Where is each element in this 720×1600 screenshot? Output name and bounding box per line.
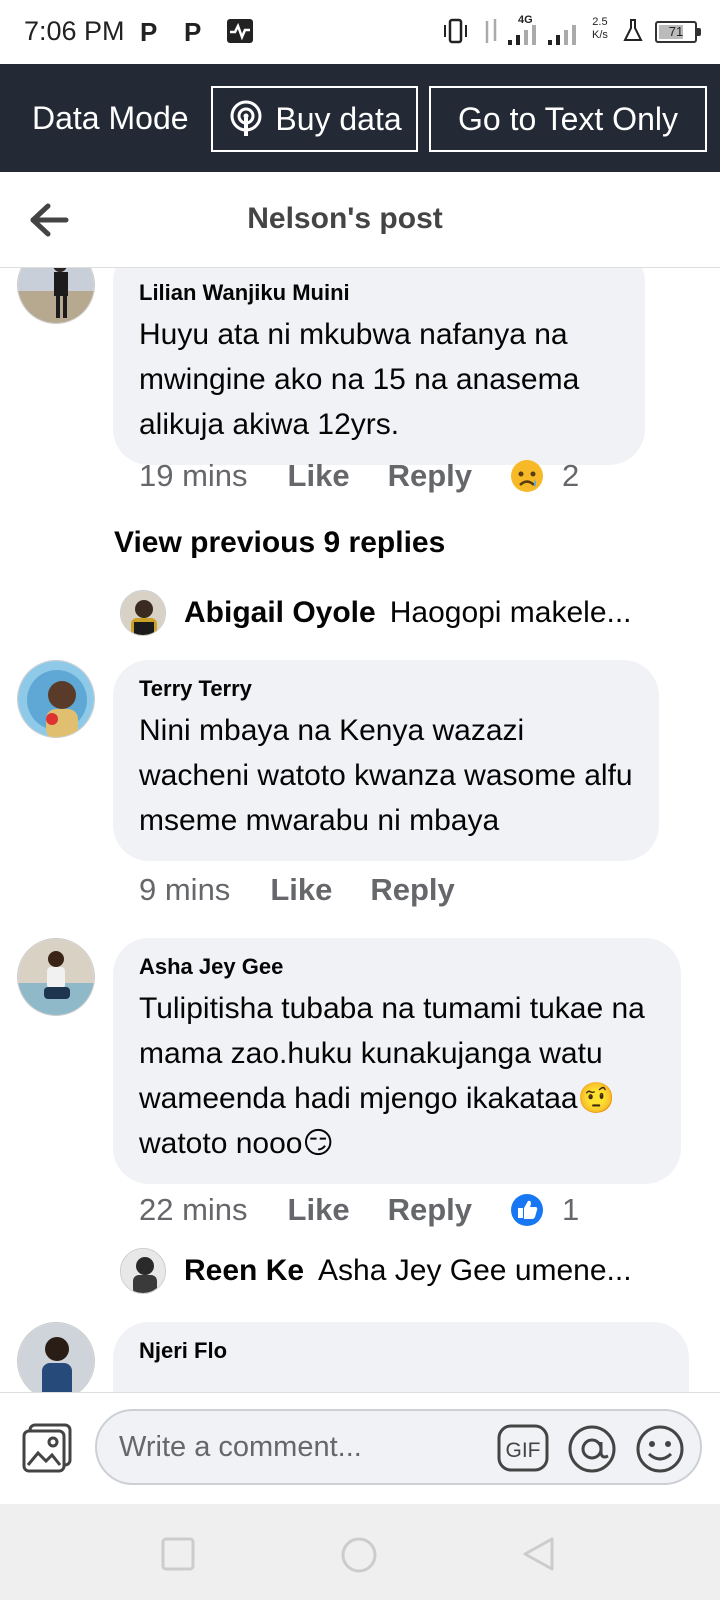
- data-mode-label: Data Mode: [32, 100, 189, 136]
- vibrate-icon: [444, 18, 467, 44]
- reply-preview[interactable]: Reen Ke Asha Jey Gee umene...: [120, 1248, 632, 1294]
- signal-strength-icon: [548, 25, 576, 45]
- comment-time[interactable]: 22 mins: [139, 1192, 248, 1228]
- thumbs-up-icon: [511, 1194, 543, 1226]
- reply-button[interactable]: Reply: [388, 1192, 472, 1228]
- status-bar: 7:06 PM P P 4G 2.5 K/s 71: [0, 0, 720, 64]
- comment-author[interactable]: Asha Jey Gee: [139, 954, 655, 980]
- avatar[interactable]: [120, 590, 166, 636]
- reply-button[interactable]: Reply: [370, 872, 454, 908]
- avatar[interactable]: [120, 1248, 166, 1294]
- reply-author[interactable]: Abigail Oyole: [184, 596, 376, 630]
- view-previous-replies[interactable]: View previous 9 replies: [114, 526, 445, 560]
- flask-icon: [623, 19, 643, 41]
- signal-strength-icon: [508, 25, 536, 45]
- data-transfer-icon: [485, 19, 497, 43]
- text-only-button[interactable]: Go to Text Only: [429, 86, 707, 152]
- comment-text: Nini mbaya na Kenya wazazi wacheni watot…: [139, 714, 633, 837]
- comment-author[interactable]: Terry Terry: [139, 676, 633, 702]
- status-time: 7:06 PM: [24, 16, 125, 46]
- comment-actions: 19 mins Like Reply 2: [139, 458, 579, 494]
- emoji-icon[interactable]: [634, 1423, 686, 1475]
- buy-data-label: Buy data: [275, 100, 402, 137]
- comment-author[interactable]: Lilian Wanjiku Muini: [139, 280, 619, 306]
- activity-monitor-icon: [227, 19, 253, 43]
- photo-icon[interactable]: [20, 1421, 74, 1475]
- back-icon[interactable]: [520, 1536, 556, 1572]
- like-button[interactable]: Like: [288, 458, 350, 494]
- reaction-summary[interactable]: 2: [510, 458, 579, 494]
- reply-author[interactable]: Reen Ke: [184, 1254, 304, 1288]
- text-only-label: Go to Text Only: [458, 100, 678, 137]
- comment-bubble[interactable]: Terry Terry Nini mbaya na Kenya wazazi w…: [113, 660, 659, 861]
- reply-text: Haogopi makele...: [389, 596, 632, 629]
- avatar[interactable]: [17, 268, 95, 324]
- data-mode-bar: Data Mode Buy data Go to Text Only: [0, 64, 720, 172]
- reply-text: Asha Jey Gee umene...: [318, 1254, 632, 1287]
- network-speed: 2.5 K/s: [592, 16, 608, 41]
- system-nav-bar: [0, 1504, 720, 1600]
- comment-text: Huyu ata ni mkubwa nafanya na mwingine a…: [139, 318, 580, 441]
- battery-level: 71: [668, 24, 684, 39]
- reaction-summary[interactable]: 1: [510, 1192, 579, 1228]
- svg-text:GIF: GIF: [506, 1439, 541, 1462]
- broadcast-icon: [230, 100, 262, 136]
- comment-time[interactable]: 19 mins: [139, 458, 248, 494]
- sad-face-icon: [511, 460, 543, 492]
- reaction-count: 1: [562, 1192, 580, 1227]
- gif-icon[interactable]: GIF: [497, 1423, 549, 1473]
- reaction-count: 2: [562, 458, 580, 493]
- comment-list[interactable]: Lilian Wanjiku Muini Huyu ata ni mkubwa …: [0, 268, 720, 1392]
- comment-author[interactable]: Njeri Flo: [139, 1338, 663, 1364]
- comment-time[interactable]: 9 mins: [139, 872, 230, 908]
- like-button[interactable]: Like: [270, 872, 332, 908]
- parking-app-icon: P: [140, 17, 158, 47]
- avatar[interactable]: [17, 1322, 95, 1392]
- battery-icon: 71: [655, 21, 701, 43]
- comment-bubble[interactable]: Asha Jey Gee Tulipitisha tubaba na tumam…: [113, 938, 681, 1184]
- page-title: Nelson's post: [247, 202, 443, 235]
- avatar[interactable]: [17, 660, 95, 738]
- comment-actions: 9 mins Like Reply: [139, 872, 493, 908]
- post-header: Nelson's post: [0, 172, 720, 268]
- reply-button[interactable]: Reply: [388, 458, 472, 494]
- avatar[interactable]: [17, 938, 95, 1016]
- comment-text: Tulipitisha tubaba na tumami tukae na ma…: [139, 992, 645, 1160]
- buy-data-button[interactable]: Buy data: [211, 86, 418, 152]
- recent-apps-icon[interactable]: [160, 1536, 196, 1572]
- parking-app-icon: P: [184, 17, 202, 47]
- comment-composer: Write a comment... GIF: [0, 1392, 720, 1504]
- comment-bubble[interactable]: Njeri Flo: [113, 1322, 689, 1392]
- comment-bubble[interactable]: Lilian Wanjiku Muini Huyu ata ni mkubwa …: [113, 268, 645, 465]
- mention-icon[interactable]: [566, 1423, 618, 1475]
- like-button[interactable]: Like: [288, 1192, 350, 1228]
- reply-preview[interactable]: Abigail Oyole Haogopi makele...: [120, 590, 632, 636]
- home-icon[interactable]: [340, 1536, 378, 1574]
- comment-actions: 22 mins Like Reply 1: [139, 1192, 579, 1228]
